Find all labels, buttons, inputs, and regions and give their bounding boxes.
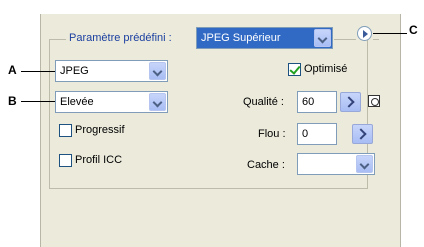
blur-label: Flou :: [258, 128, 286, 140]
quality-value: 60: [302, 96, 315, 108]
group-border-mid: [334, 39, 356, 40]
chevron-down-icon[interactable]: [314, 29, 331, 47]
progressive-checkbox[interactable]: [59, 124, 72, 137]
blur-input[interactable]: 0: [297, 123, 337, 145]
panel-menu-icon[interactable]: [357, 26, 372, 41]
quality-slider-button[interactable]: [340, 92, 361, 112]
icc-profile-label: Profil ICC: [75, 154, 123, 166]
format-select[interactable]: JPEG: [55, 60, 168, 82]
chevron-down-icon[interactable]: [356, 155, 373, 173]
preset-select[interactable]: JPEG Supérieur: [196, 27, 333, 49]
blur-value: 0: [302, 128, 309, 140]
callout-b-line: [21, 101, 56, 102]
format-value: JPEG: [60, 65, 89, 77]
callout-a: A: [8, 63, 17, 77]
optimized-label: Optimisé: [304, 63, 348, 75]
blur-slider-button[interactable]: [352, 124, 373, 144]
quality-preset-select[interactable]: Elevée: [55, 91, 168, 113]
progressive-label: Progressif: [75, 124, 125, 136]
preset-label: Paramètre prédéfini :: [67, 32, 174, 44]
quality-mask-icon[interactable]: [368, 95, 380, 107]
quality-preset-value: Elevée: [60, 96, 94, 108]
preset-value: JPEG Supérieur: [201, 32, 281, 44]
icc-profile-checkbox[interactable]: [59, 154, 72, 167]
quality-input[interactable]: 60: [297, 91, 337, 113]
matte-label: Cache :: [247, 159, 285, 171]
quality-label: Qualité :: [243, 96, 284, 108]
optimized-checkbox[interactable]: [288, 63, 301, 76]
chevron-down-icon[interactable]: [149, 62, 166, 80]
callout-b: B: [8, 94, 17, 108]
callout-a-line: [21, 71, 56, 72]
callout-c: C: [409, 23, 418, 37]
matte-select[interactable]: [297, 153, 375, 175]
group-border-right: [373, 39, 379, 40]
callout-c-line: [373, 33, 407, 34]
chevron-down-icon[interactable]: [149, 93, 166, 111]
